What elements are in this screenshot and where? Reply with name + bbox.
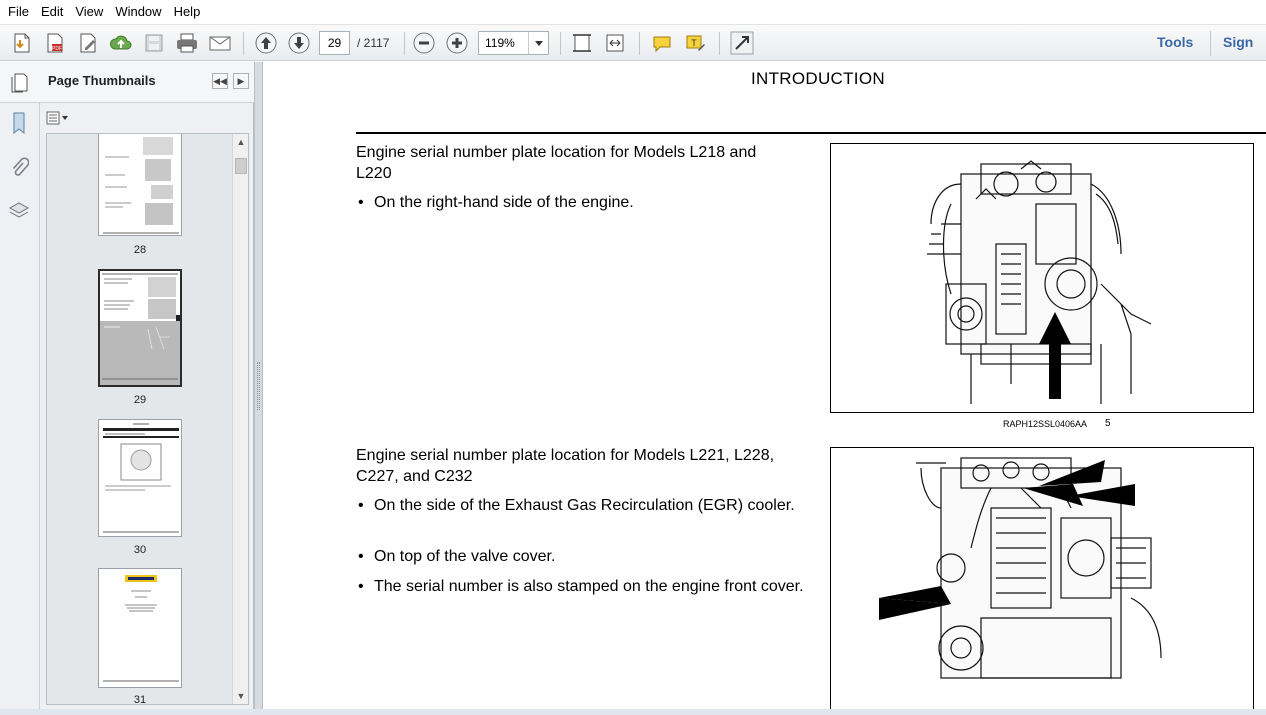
figure-caption: RAPH12SSL0406AA <box>1003 419 1088 429</box>
header-rule <box>356 132 1266 134</box>
print-icon[interactable] <box>174 30 200 56</box>
bullet-item: The serial number is also stamped on the… <box>356 576 811 597</box>
menu-help[interactable]: Help <box>168 0 207 24</box>
engine-illustration-2 <box>879 457 1162 679</box>
menu-file[interactable]: File <box>2 0 35 24</box>
engine-illustration-1 <box>927 160 1152 404</box>
fit-page-icon[interactable] <box>569 30 595 56</box>
page-thumbnails-icon[interactable] <box>6 69 32 95</box>
collapse-panel-icon[interactable]: ◀◀ <box>212 73 228 89</box>
section-heading: Engine serial number plate location for … <box>356 447 775 485</box>
menu-bar: File Edit View Window Help <box>0 0 1266 24</box>
thumbnail-scrollbar[interactable]: ▲ ▼ <box>232 134 248 704</box>
page-title: INTRODUCTION <box>751 69 885 88</box>
menu-window[interactable]: Window <box>109 0 167 24</box>
svg-text:T: T <box>691 38 697 48</box>
thumbnail-list[interactable]: 28 29 30 31 ▲ ▼ <box>46 133 249 705</box>
upload-icon[interactable] <box>108 30 134 56</box>
create-pdf-icon[interactable] <box>9 30 35 56</box>
thumbnail-label: 28 <box>133 244 147 256</box>
email-icon[interactable] <box>207 30 233 56</box>
panel-splitter[interactable] <box>254 62 263 710</box>
save-icon[interactable] <box>141 30 167 56</box>
bullet-item: On the side of the Exhaust Gas Recircula… <box>356 495 811 516</box>
zoom-out-icon[interactable] <box>411 30 437 56</box>
toolbar-separator <box>404 32 405 55</box>
thumbnail-options-button[interactable] <box>46 109 72 127</box>
toolbar-separator <box>243 32 244 55</box>
scroll-up-icon[interactable]: ▲ <box>233 134 248 150</box>
panel-forward-icon[interactable]: ▶ <box>233 73 249 89</box>
page-number-input[interactable]: 29 <box>319 31 350 55</box>
bookmark-icon[interactable] <box>6 110 32 136</box>
bullet-item: On the right-hand side of the engine. <box>356 192 816 213</box>
thumbnail-label: 29 <box>133 394 147 406</box>
page-thumbnail[interactable] <box>98 134 182 236</box>
navigation-rail <box>0 62 40 710</box>
sign-button[interactable]: Sign <box>1223 25 1253 62</box>
page-thumbnail[interactable] <box>98 568 182 688</box>
thumbnail-label: 31 <box>133 694 147 705</box>
attachment-icon[interactable] <box>6 154 32 180</box>
engine-figure-2 <box>830 447 1254 710</box>
zoom-select[interactable]: 119% <box>478 31 549 55</box>
fullscreen-icon[interactable] <box>729 30 755 56</box>
rail-header <box>0 62 40 103</box>
page-thumbnail[interactable] <box>98 419 182 537</box>
comment-icon[interactable] <box>649 30 675 56</box>
zoom-value: 119% <box>485 36 515 50</box>
menu-edit[interactable]: Edit <box>35 0 69 24</box>
panel-title: Page Thumbnails <box>48 73 156 88</box>
scroll-down-icon[interactable]: ▼ <box>233 688 248 704</box>
status-strip <box>0 709 1266 715</box>
menu-view[interactable]: View <box>69 0 109 24</box>
chevron-down-icon[interactable] <box>528 32 548 54</box>
toolbar-separator <box>560 32 561 55</box>
edit-icon[interactable] <box>75 30 101 56</box>
zoom-in-icon[interactable] <box>444 30 470 56</box>
thumbnail-label: 30 <box>133 544 147 556</box>
engine-figure-1 <box>830 143 1254 413</box>
tools-button[interactable]: Tools <box>1157 25 1193 62</box>
toolbar-separator <box>1210 31 1211 56</box>
page-thumbnails-panel: Page Thumbnails ◀◀ ▶ 28 29 30 31 ▲ ▼ <box>40 62 254 710</box>
export-pdf-icon[interactable]: PDF <box>42 30 68 56</box>
panel-header: Page Thumbnails ◀◀ ▶ <box>40 62 254 103</box>
page-thumbnail-selected[interactable] <box>98 269 182 387</box>
svg-text:PDF: PDF <box>52 46 62 52</box>
layers-icon[interactable] <box>6 197 32 223</box>
toolbar-separator <box>719 32 720 55</box>
figure-number: 5 <box>1105 418 1111 429</box>
section-heading: Engine serial number plate location for … <box>356 144 757 182</box>
previous-page-icon[interactable] <box>253 30 279 56</box>
toolbar: PDF 29 / 2117 119% T Tools Sign <box>0 24 1266 61</box>
next-page-icon[interactable] <box>286 30 312 56</box>
page-total: / 2117 <box>357 36 390 50</box>
fit-width-icon[interactable] <box>602 30 628 56</box>
scrollbar-thumb[interactable] <box>235 158 247 174</box>
acrobat-window: File Edit View Window Help PDF 29 / 2117… <box>0 0 1266 715</box>
toolbar-separator <box>639 32 640 55</box>
document-view: INTRODUCTION Engine serial number plate … <box>263 62 1266 710</box>
highlight-icon[interactable]: T <box>682 30 708 56</box>
splitter-grip[interactable] <box>257 362 260 410</box>
bullet-item: On top of the valve cover. <box>356 546 816 567</box>
